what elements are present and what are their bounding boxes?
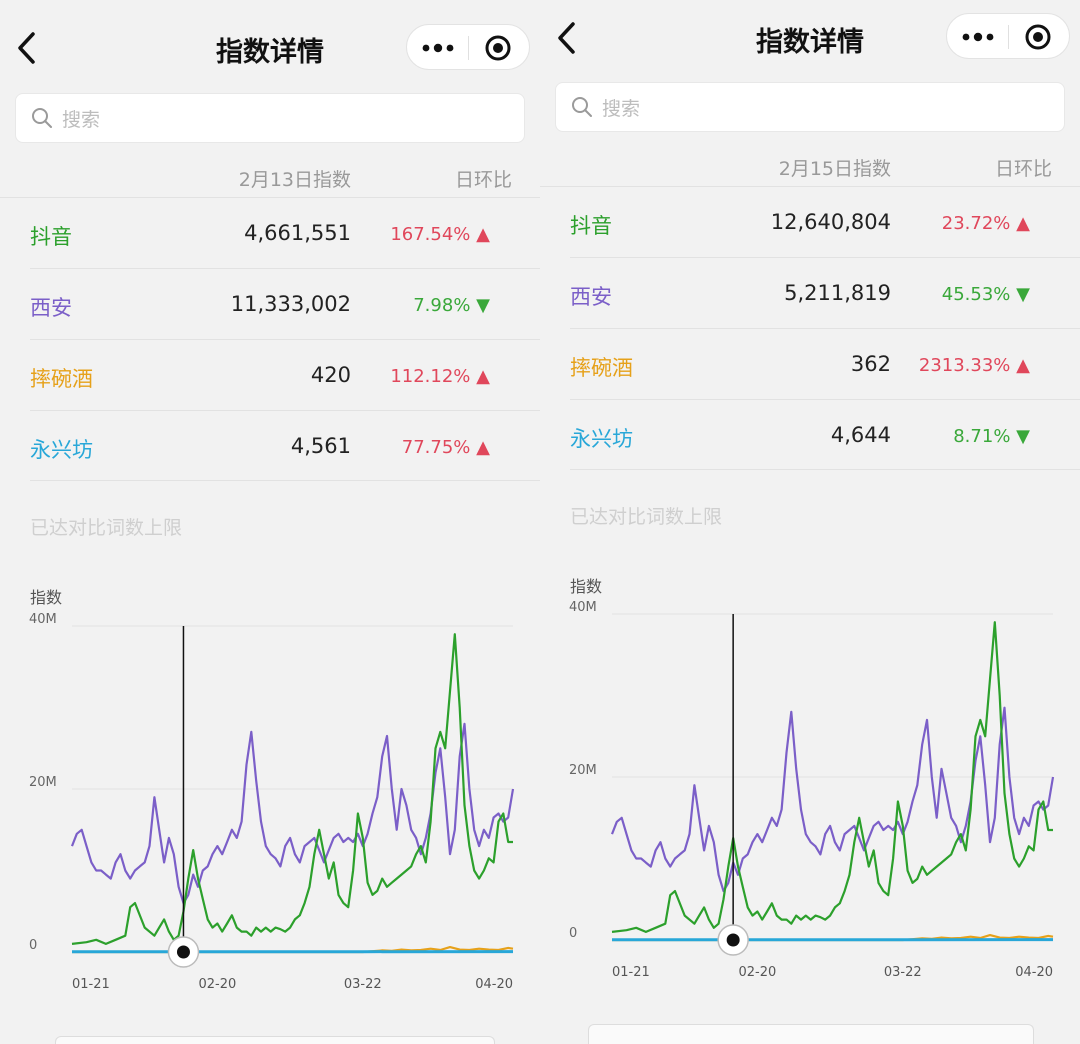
day-change: 77.75% ▲ (290, 437, 490, 458)
change-value: 77.75% (401, 437, 471, 458)
table-row[interactable]: 摔碗酒 362 2313.33% ▲ (540, 329, 1080, 399)
x-tick-label: 01-21 (72, 977, 110, 992)
day-change: 112.12% ▲ (290, 366, 490, 387)
x-tick-label: 04-20 (1015, 965, 1053, 980)
y-tick-label: 20M (569, 763, 597, 778)
y-tick-label: 20M (29, 775, 57, 790)
change-value: 112.12% (390, 366, 471, 387)
x-tick-label: 02-20 (198, 977, 236, 992)
down-arrow-icon: ▼ (1016, 284, 1030, 305)
search-icon (572, 97, 592, 117)
search-placeholder: 搜索 (602, 97, 641, 120)
change-value: 45.53% (941, 284, 1011, 305)
change-value: 8.71% (953, 426, 1011, 447)
x-tick-label: 04-20 (475, 977, 513, 992)
x-tick-label: 03-22 (344, 977, 382, 992)
day-change: 167.54% ▲ (290, 224, 490, 245)
search-icon (32, 108, 52, 128)
up-arrow-icon: ▲ (476, 366, 490, 387)
crosshair-dot (176, 945, 190, 959)
up-arrow-icon: ▲ (1016, 355, 1030, 376)
column-header-index: 2月15日指数 (778, 158, 891, 180)
time-range-tabs[interactable] (588, 1024, 1034, 1044)
keyword-name: 摔碗酒 (30, 367, 93, 391)
keyword-name: 永兴坊 (30, 438, 93, 462)
keyword-name: 西安 (570, 285, 612, 309)
time-range-tabs[interactable] (55, 1036, 495, 1044)
down-arrow-icon: ▼ (1016, 426, 1030, 447)
trend-chart[interactable]: 40M 20M 0 01-21 02-20 03-22 04-20 (0, 600, 540, 1000)
more-dots-icon (962, 32, 994, 42)
table-row[interactable]: 摔碗酒 420 112.12% ▲ (0, 340, 540, 410)
mini-program-capsule (946, 13, 1070, 59)
table-row[interactable]: 永兴坊 4,561 77.75% ▲ (0, 411, 540, 481)
table-row[interactable]: 抖音 12,640,804 23.72% ▲ (540, 187, 1080, 257)
more-button[interactable] (947, 14, 1009, 60)
day-change: 2313.33% ▲ (830, 355, 1030, 376)
change-value: 167.54% (390, 224, 471, 245)
x-tick-label: 03-22 (884, 965, 922, 980)
limit-note: 已达对比词数上限 (570, 506, 723, 528)
table-row[interactable]: 抖音 4,661,551 167.54% ▲ (0, 198, 540, 268)
y-tick-label: 40M (569, 600, 597, 615)
keyword-name: 西安 (30, 296, 72, 320)
series-line (70, 722, 515, 905)
keyword-name: 摔碗酒 (570, 356, 633, 380)
down-arrow-icon: ▼ (476, 295, 490, 316)
up-arrow-icon: ▲ (1016, 213, 1030, 234)
day-change: 23.72% ▲ (830, 213, 1030, 234)
search-input[interactable]: 搜索 (15, 93, 525, 143)
divider (570, 469, 1080, 470)
series-line (610, 706, 1055, 893)
column-header-change: 日环比 (454, 169, 512, 191)
close-button[interactable] (467, 25, 529, 71)
x-tick-label: 02-20 (738, 965, 776, 980)
table-row[interactable]: 西安 11,333,002 7.98% ▼ (0, 269, 540, 339)
crosshair-dot (726, 933, 740, 947)
column-header-index: 2月13日指数 (238, 169, 351, 191)
divider (30, 480, 540, 481)
column-header-change: 日环比 (994, 158, 1052, 180)
x-tick-label: 01-21 (612, 965, 650, 980)
change-value: 23.72% (941, 213, 1011, 234)
keyword-name: 永兴坊 (570, 427, 633, 451)
nav-bar: 指数详情 (540, 0, 1080, 80)
day-change: 8.71% ▼ (830, 426, 1030, 447)
right-panel: 指数详情 搜索 2月15日指数 日环比 抖音 12,640,804 23.72%… (540, 0, 1080, 1044)
target-icon (1025, 24, 1051, 50)
change-value: 2313.33% (918, 355, 1011, 376)
y-tick-label: 0 (569, 926, 577, 941)
day-change: 45.53% ▼ (830, 284, 1030, 305)
table-row[interactable]: 永兴坊 4,644 8.71% ▼ (540, 400, 1080, 470)
target-icon (485, 35, 511, 61)
left-panel: 指数详情 搜索 2月13日指数 日环比 抖音 4,661,551 167.54%… (0, 0, 540, 1044)
day-change: 7.98% ▼ (290, 295, 490, 316)
y-tick-label: 40M (29, 612, 57, 627)
nav-bar: 指数详情 (0, 0, 540, 80)
change-value: 7.98% (413, 295, 471, 316)
keyword-name: 抖音 (30, 225, 72, 249)
more-dots-icon (422, 43, 454, 53)
y-tick-label: 0 (29, 938, 37, 953)
close-button[interactable] (1007, 14, 1069, 60)
limit-note: 已达对比词数上限 (30, 517, 183, 539)
trend-chart[interactable]: 40M 20M 0 01-21 02-20 03-22 04-20 (540, 588, 1080, 988)
search-placeholder: 搜索 (62, 108, 101, 131)
table-row[interactable]: 西安 5,211,819 45.53% ▼ (540, 258, 1080, 328)
up-arrow-icon: ▲ (476, 437, 490, 458)
more-button[interactable] (407, 25, 469, 71)
up-arrow-icon: ▲ (476, 224, 490, 245)
mini-program-capsule (406, 24, 530, 70)
search-input[interactable]: 搜索 (555, 82, 1065, 132)
keyword-name: 抖音 (570, 214, 612, 238)
